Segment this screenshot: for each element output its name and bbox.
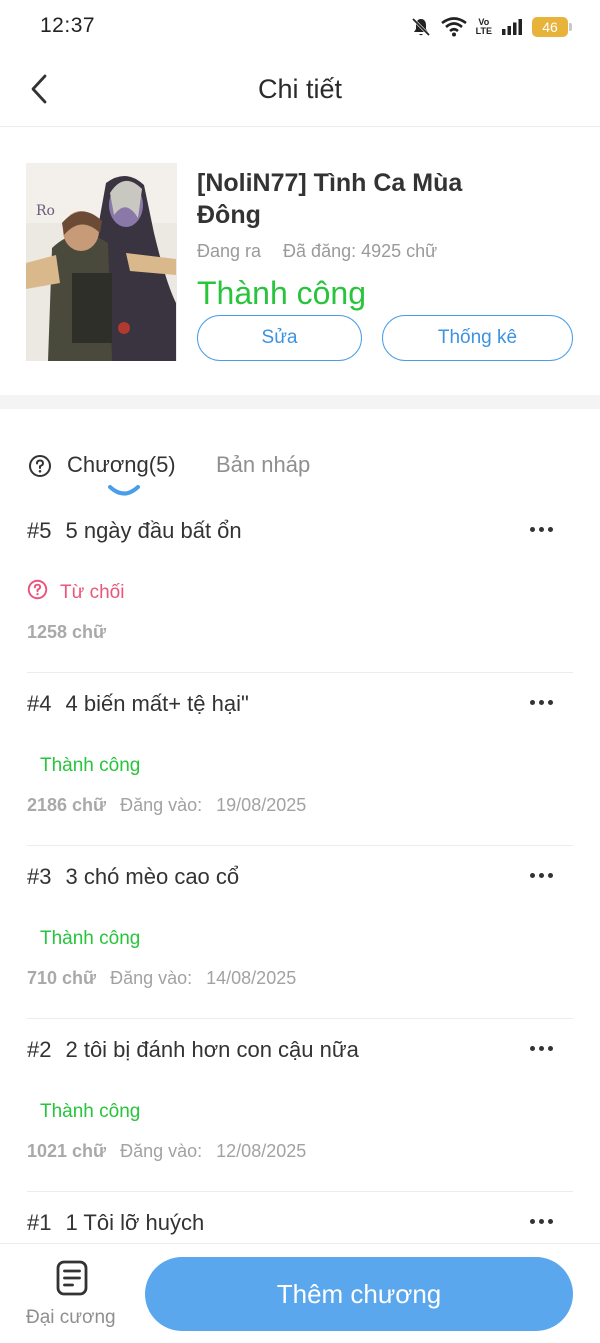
chapter-status: Thành công (40, 755, 141, 776)
volte-bottom-label: LTE (475, 26, 492, 36)
volte-icon: Vo LTE (476, 18, 492, 36)
chapter-status: Thành công (40, 928, 141, 949)
publish-date-label: Đăng vào: (120, 795, 203, 815)
book-state: Đang ra (197, 241, 262, 261)
publish-date: 12/08/2025 (216, 1141, 307, 1161)
chapter-item[interactable]: #3 3 chó mèo cao cổ Thành công 710 chữ Đă… (27, 846, 573, 1019)
chapter-item[interactable]: #2 2 tôi bị đánh hơn con cậu nữa Thành cô… (27, 1019, 573, 1192)
more-options-button[interactable] (523, 514, 559, 544)
chapter-number: #1 (27, 1210, 52, 1235)
chapter-tabs: Chương(5) Bản nháp (0, 440, 600, 502)
chapter-meta: 1021 chữ Đăng vào: 12/08/2025 (27, 1141, 306, 1162)
chapter-name: 2 tôi bị đánh hơn con cậu nữa (65, 1037, 359, 1062)
chapter-meta: 710 chữ Đăng vào: 14/08/2025 (27, 968, 296, 989)
tab-drafts[interactable]: Bản nháp (216, 452, 310, 478)
book-meta: Đang ra Đã đăng: 4925 chữ (197, 241, 437, 262)
edit-button[interactable]: Sửa (197, 315, 362, 361)
signal-icon (501, 18, 523, 36)
chapter-item[interactable]: #4 4 biến mất+ tệ hại" Thành công 2186 ch… (27, 673, 573, 846)
chapter-status-rejected: Từ chối (27, 579, 124, 606)
add-chapter-button[interactable]: Thêm chương (145, 1257, 573, 1331)
chapter-title: #3 3 chó mèo cao cổ (27, 864, 239, 890)
more-options-button[interactable] (523, 687, 559, 717)
chapter-name: 5 ngày đầu bất ổn (65, 518, 242, 543)
chapter-title: #1 1 Tôi lỡ huých (27, 1210, 204, 1236)
chapter-title: #2 2 tôi bị đánh hơn con cậu nữa (27, 1037, 359, 1063)
tab-active-indicator (108, 485, 140, 496)
chapter-meta: 1258 chữ (27, 622, 106, 643)
chapter-name: 3 chó mèo cao cổ (65, 864, 240, 889)
outline-label: Đại cương (26, 1307, 116, 1328)
status-time: 12:37 (40, 14, 96, 37)
battery-icon: 46 (532, 17, 572, 37)
chapter-number: #3 (27, 864, 52, 889)
section-divider (0, 395, 600, 409)
publish-date: 14/08/2025 (206, 968, 297, 988)
publish-date-label: Đăng vào: (120, 1141, 203, 1161)
chapter-word-count: 2186 chữ (27, 795, 107, 815)
page-title: Chi tiết (257, 74, 343, 104)
status-bar: 12:37 Vo LTE 46 (0, 0, 600, 52)
more-options-button[interactable] (523, 860, 559, 890)
chapter-word-count: 1021 chữ (27, 1141, 107, 1161)
chapter-name: 1 Tôi lỡ huých (65, 1210, 205, 1235)
chapter-title: #5 5 ngày đầu bất ổn (27, 518, 242, 544)
chapter-status-label: Từ chối (60, 581, 125, 603)
book-cover-image[interactable]: Ro (26, 163, 177, 361)
battery-level: 46 (542, 19, 558, 35)
chapter-title: #4 4 biến mất+ tệ hại" (27, 691, 249, 717)
more-options-button[interactable] (523, 1033, 559, 1063)
chapter-word-count: 1258 chữ (27, 622, 107, 642)
chapter-word-count: 710 chữ (27, 968, 97, 988)
document-icon (56, 1260, 88, 1301)
book-info-card: Ro [NoliN77] Tình Ca Mùa Đông Đang ra Đã… (0, 127, 600, 395)
help-circle-icon[interactable] (28, 454, 52, 483)
bottom-action-bar: Đại cương Thêm chương (0, 1243, 600, 1343)
publish-date: 19/08/2025 (216, 795, 307, 815)
tab-chapters[interactable]: Chương(5) (67, 452, 176, 478)
chapter-meta: 2186 chữ Đăng vào: 19/08/2025 (27, 795, 306, 816)
page-header: Chi tiết (0, 52, 600, 127)
chapter-name: 4 biến mất+ tệ hại" (65, 691, 249, 716)
chapter-number: #4 (27, 691, 52, 716)
statistics-button[interactable]: Thống kê (382, 315, 573, 361)
chapter-number: #2 (27, 1037, 52, 1062)
help-circle-icon (27, 579, 48, 606)
book-word-count: Đã đăng: 4925 chữ (283, 241, 438, 261)
book-status: Thành công (197, 275, 367, 311)
bell-off-icon (410, 16, 432, 38)
chapter-item[interactable]: #5 5 ngày đầu bất ổn Từ chối 1258 chữ (27, 500, 573, 673)
book-title: [NoliN77] Tình Ca Mùa Đông (197, 169, 463, 229)
publish-date-label: Đăng vào: (110, 968, 193, 988)
chapter-number: #5 (27, 518, 52, 543)
status-icons: Vo LTE 46 (410, 15, 572, 39)
wifi-icon (440, 17, 467, 37)
chapter-status: Thành công (40, 1101, 141, 1122)
outline-button[interactable]: Đại cương (22, 1260, 122, 1336)
more-options-button[interactable] (523, 1206, 559, 1236)
svg-text:Ro: Ro (36, 203, 55, 219)
